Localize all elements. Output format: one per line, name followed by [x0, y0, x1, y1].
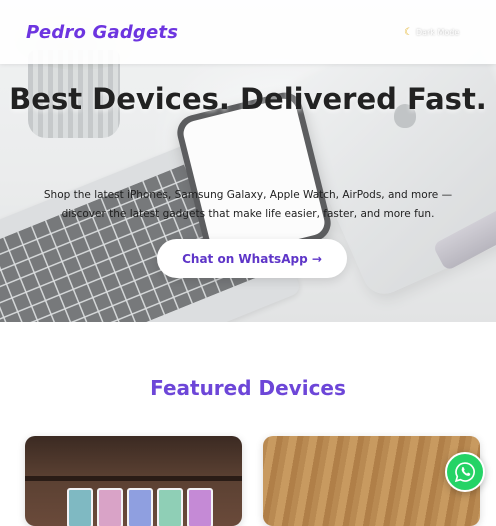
phone-box-image: [97, 488, 123, 526]
dark-mode-toggle[interactable]: ☾ Dark Mode: [404, 27, 459, 38]
chat-on-whatsapp-button[interactable]: Chat on WhatsApp →: [157, 239, 347, 278]
whatsapp-icon: [454, 462, 475, 483]
hero-title: Best Devices. Delivered Fast.: [9, 82, 487, 116]
whatsapp-floating-button[interactable]: [445, 452, 485, 492]
shelf-image: [25, 476, 242, 481]
phone-box-image: [187, 488, 213, 526]
featured-section-title: Featured Devices: [150, 376, 346, 400]
phone-box-image: [67, 488, 93, 526]
moon-icon: ☾: [404, 27, 413, 38]
phone-box-image: [157, 488, 183, 526]
navbar: Pedro Gadgets ☾ Dark Mode: [0, 0, 496, 64]
phone-box-image: [127, 488, 153, 526]
brand-logo[interactable]: Pedro Gadgets: [26, 22, 178, 43]
product-card[interactable]: [25, 436, 242, 526]
hero-subtitle: Shop the latest iPhones, Samsung Galaxy,…: [43, 189, 453, 220]
dark-mode-label: Dark Mode: [415, 28, 460, 37]
